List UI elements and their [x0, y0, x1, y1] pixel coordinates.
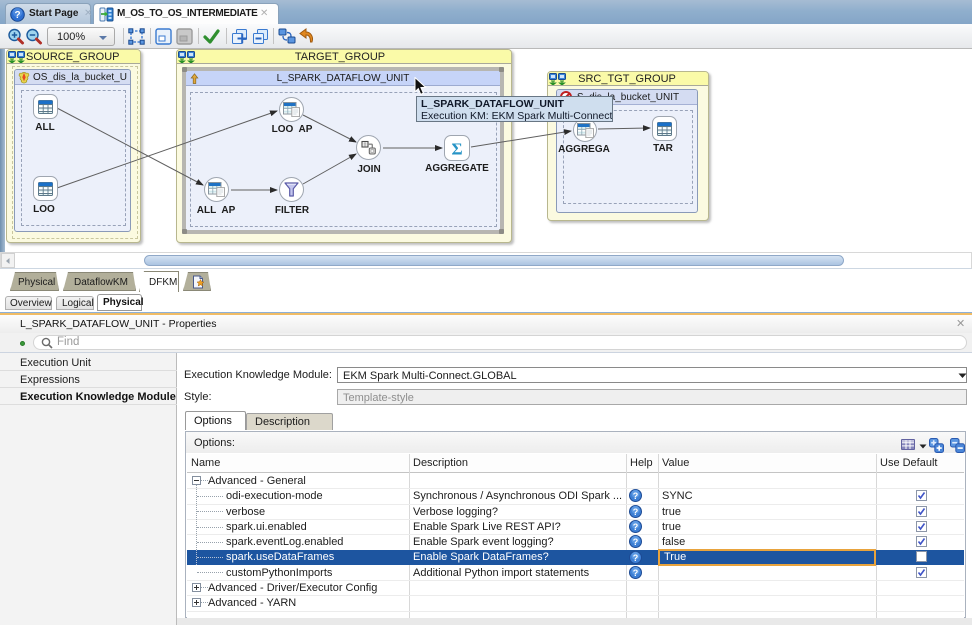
- svg-text:?: ?: [633, 491, 639, 501]
- svg-text:?: ?: [633, 553, 639, 563]
- svg-text:Σ: Σ: [451, 140, 462, 159]
- svg-text:?: ?: [633, 537, 639, 547]
- svg-text:?: ?: [633, 522, 639, 532]
- svg-text:?: ?: [14, 10, 20, 21]
- svg-text:?: ?: [633, 568, 639, 578]
- svg-text:?: ?: [633, 507, 639, 517]
